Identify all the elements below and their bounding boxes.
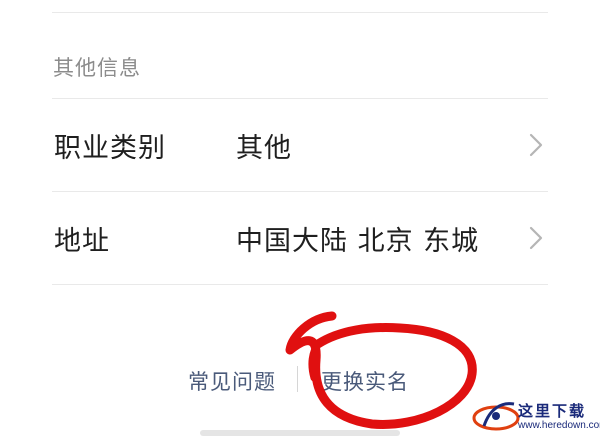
watermark-url: www.heredown.com xyxy=(518,420,600,431)
address-value: 中国大陆 北京 东城 xyxy=(236,226,480,257)
occupation-value: 其他 xyxy=(236,133,292,164)
watermark-text: 这里下载 xyxy=(518,402,587,420)
home-indicator xyxy=(200,430,400,436)
faq-link[interactable]: 常见问题 xyxy=(188,366,276,396)
footer-separator xyxy=(297,366,298,392)
change-realname-link[interactable]: 更换实名 xyxy=(321,366,409,396)
chevron-right-icon xyxy=(529,133,543,157)
chevron-right-icon xyxy=(529,226,543,250)
top-divider xyxy=(52,12,548,13)
address-label: 地址 xyxy=(54,226,110,257)
section-title: 其他信息 xyxy=(53,56,141,80)
address-row[interactable]: 地址 中国大陆 北京 东城 xyxy=(0,191,600,283)
occupation-label: 职业类别 xyxy=(54,133,166,164)
occupation-row[interactable]: 职业类别 其他 xyxy=(0,98,600,190)
row-divider-bottom xyxy=(52,284,548,285)
